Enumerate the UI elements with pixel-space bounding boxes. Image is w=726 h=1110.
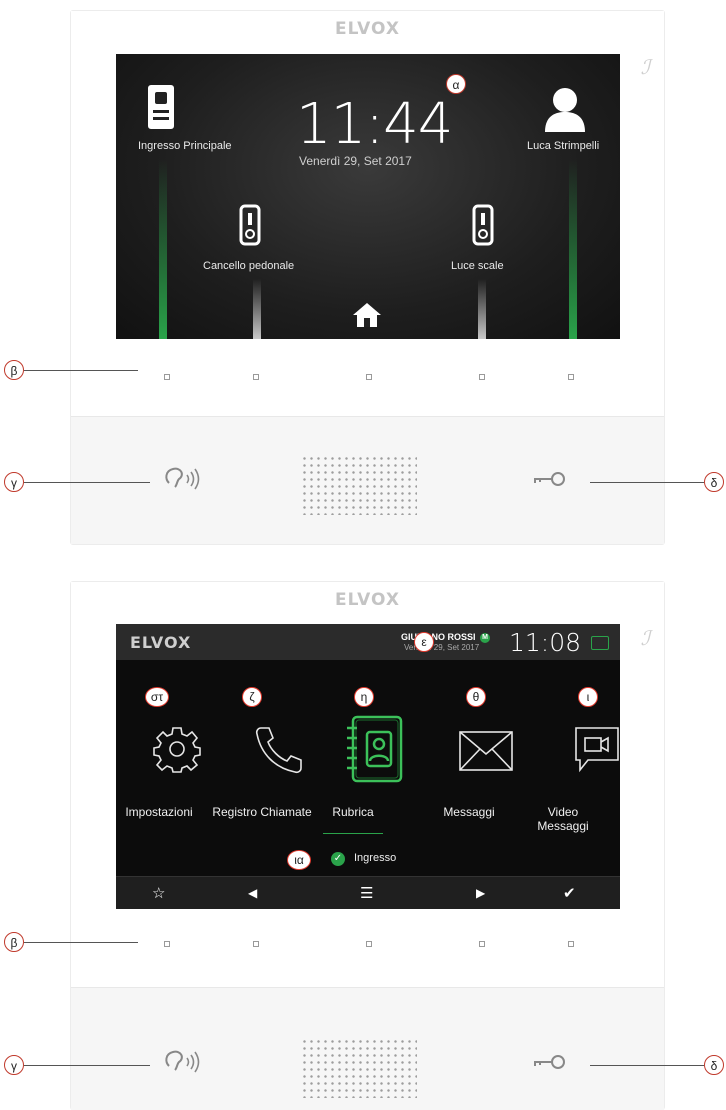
callout-line-gamma-1 [24, 482, 150, 483]
gate-label: Cancello pedonale [203, 260, 295, 272]
phone-icon[interactable] [234, 724, 324, 776]
door-open-button[interactable] [531, 1052, 567, 1077]
menu-screen: ELVOX GIULIANO ROSSI M Venerdì 29, Set 2… [116, 624, 620, 909]
left-arrow-icon[interactable]: ◀ [248, 886, 257, 900]
menu-label-call-log: Registro Chiamate [212, 805, 312, 819]
hearing-loop-icon: ℐ [640, 57, 650, 79]
hearing-loop-icon: ℐ [640, 628, 650, 650]
status-label: Ingresso [354, 852, 397, 864]
ear-sound-icon [165, 1050, 200, 1073]
callout-eta: η [354, 687, 374, 707]
led-4 [479, 374, 485, 380]
settings-gear-icon[interactable] [132, 724, 222, 774]
callout-delta-2: δ [704, 1055, 724, 1075]
callout-line-beta-1 [24, 370, 138, 371]
callout-stigma: στ [145, 687, 169, 707]
message-indicator-icon [591, 636, 609, 650]
user-label: Luca Strimpelli [527, 140, 600, 152]
navigation-bar: ☆ ◀ ☰ ▶ ✔ [116, 876, 620, 909]
device-logo: ELVOX [335, 590, 400, 610]
led-3 [366, 941, 372, 947]
callout-zeta: ζ [242, 687, 262, 707]
callout-line-beta-2 [24, 942, 138, 943]
stairs-light-label: Luce scale [451, 260, 504, 272]
gate-shortcut[interactable]: Cancello pedonale [201, 204, 311, 274]
screen-logo: ELVOX [130, 633, 192, 652]
menu-label-settings: Impostazioni [125, 805, 193, 819]
ear-sound-icon [165, 467, 200, 490]
device-lower-panel [71, 988, 664, 1110]
device-upper-panel: ELVOX ℐ Ingresso Principale 11:44 Venerd… [71, 11, 664, 417]
callout-epsilon: ε [414, 632, 434, 652]
clock-date: Venerdì 29, Set 2017 [299, 154, 412, 168]
menu-label-messages: Messaggi [443, 805, 495, 819]
led-4 [479, 941, 485, 947]
user-name: GIULIANO ROSSI [401, 632, 476, 642]
right-arrow-icon[interactable]: ▶ [476, 886, 485, 900]
selected-underline [323, 833, 383, 834]
led-5 [568, 941, 574, 947]
screen-header: ELVOX GIULIANO ROSSI M Venerdì 29, Set 2… [116, 624, 620, 660]
led-1 [164, 941, 170, 947]
light-bar-gate [253, 279, 261, 339]
menu-label-video-messages: Video Messaggi [537, 805, 589, 833]
check-circle-icon: ✓ [331, 852, 345, 866]
gate-lock-icon [239, 204, 261, 246]
callout-delta-1: δ [704, 472, 724, 492]
led-2 [253, 374, 259, 380]
speaker-grille [301, 455, 417, 515]
callout-theta: θ [466, 687, 486, 707]
callout-beta-2: β [4, 932, 24, 952]
audio-call-button[interactable] [163, 1048, 203, 1080]
light-bar-right [569, 159, 577, 339]
clock-time: 11:44 [296, 92, 453, 157]
entrance-shortcut[interactable]: Ingresso Principale [136, 84, 256, 154]
led-1 [164, 374, 170, 380]
device-logo: ELVOX [335, 19, 400, 39]
video-message-icon[interactable] [552, 724, 620, 774]
intercom-device-top: ELVOX ℐ Ingresso Principale 11:44 Venerd… [70, 10, 665, 545]
callout-alpha: α [446, 74, 466, 94]
callout-gamma-2: γ [4, 1055, 24, 1075]
callout-line-delta-1 [590, 482, 704, 483]
callout-gamma-1: γ [4, 472, 24, 492]
callout-line-delta-2 [590, 1065, 704, 1066]
light-bar-stairs [478, 279, 486, 339]
entrance-label: Ingresso Principale [138, 140, 232, 152]
user-avatar-icon [545, 88, 585, 132]
device-upper-panel: ELVOX ℐ ELVOX GIULIANO ROSSI M Venerdì 2… [71, 582, 664, 988]
stairs-light-icon [472, 204, 494, 246]
led-2 [253, 941, 259, 947]
speaker-grille [301, 1038, 417, 1098]
star-icon[interactable]: ☆ [152, 884, 165, 902]
stairs-light-shortcut[interactable]: Luce scale [446, 204, 546, 274]
key-icon [534, 472, 565, 486]
door-open-button[interactable] [531, 469, 567, 494]
menu-label-contacts: Rubrica [332, 805, 374, 819]
envelope-icon[interactable] [441, 730, 531, 772]
master-badge: M [480, 633, 490, 643]
light-bar-left [159, 159, 167, 339]
led-3 [366, 374, 372, 380]
confirm-check-icon[interactable]: ✔ [563, 884, 576, 902]
entrance-panel-icon [148, 85, 174, 129]
home-screen: Ingresso Principale 11:44 Venerdì 29, Se… [116, 54, 620, 339]
user-shortcut[interactable]: Luca Strimpelli [511, 84, 620, 154]
contacts-book-icon[interactable] [330, 714, 420, 786]
callout-beta-1: β [4, 360, 24, 380]
audio-call-button[interactable] [163, 465, 203, 497]
callout-iota: ι [578, 687, 598, 707]
intercom-device-bottom: ELVOX ℐ ELVOX GIULIANO ROSSI M Venerdì 2… [70, 581, 665, 1110]
menu-icon[interactable]: ☰ [360, 884, 373, 902]
callout-line-gamma-2 [24, 1065, 150, 1066]
key-icon [534, 1055, 565, 1069]
led-5 [568, 374, 574, 380]
home-icon[interactable] [352, 302, 382, 328]
device-lower-panel [71, 417, 664, 544]
callout-iota-alpha: ια [287, 850, 311, 870]
header-time: 11:08 [509, 628, 582, 657]
